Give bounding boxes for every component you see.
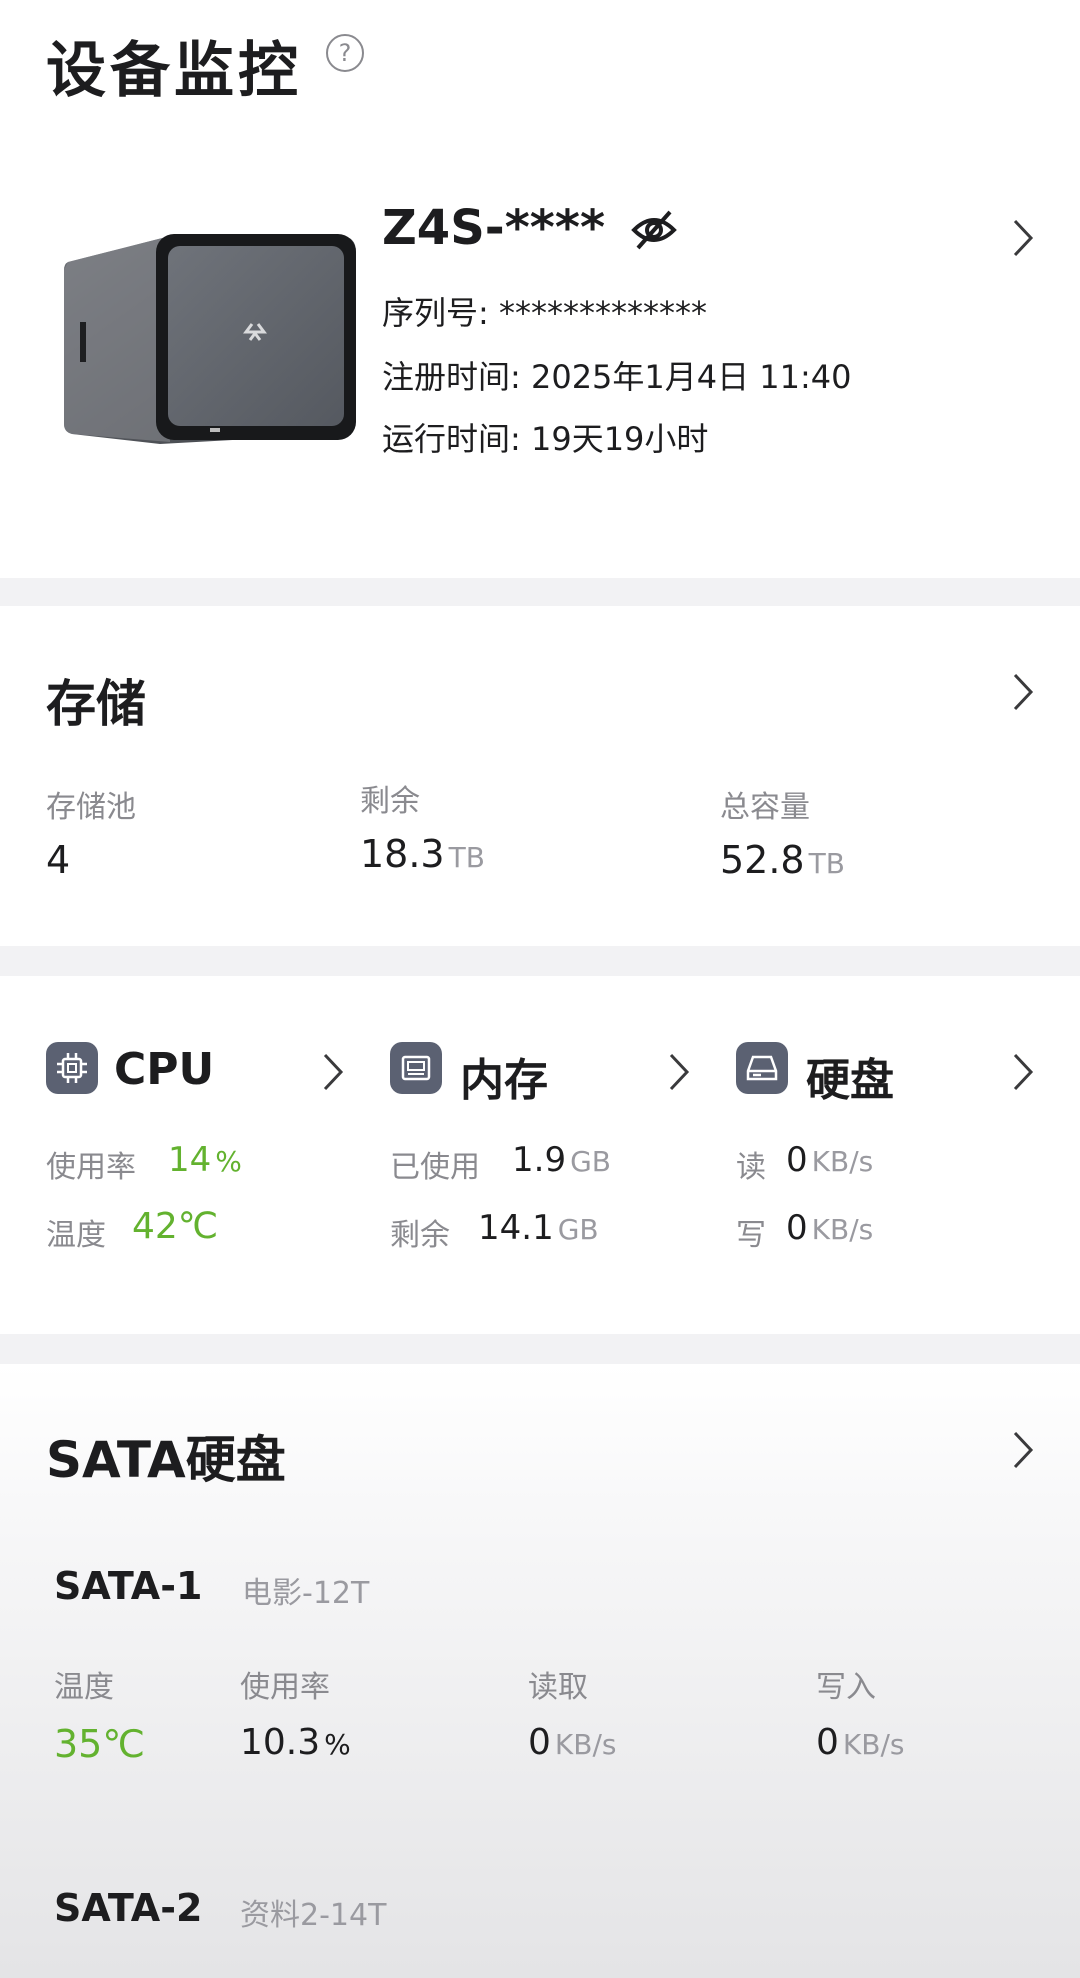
pool-label: 存储池 xyxy=(46,790,136,825)
sata-write-row: 0 KB/s xyxy=(816,1722,905,1763)
device-image xyxy=(60,228,360,450)
free-unit: TB xyxy=(448,841,485,874)
cpu-temp-label: 温度 xyxy=(46,1218,106,1253)
sata-write-value: 0 xyxy=(816,1722,839,1763)
sata-temp-label: 温度 xyxy=(54,1670,114,1705)
uptime-row: 运行时间: 19天19小时 xyxy=(382,414,708,460)
sata-disk-alias: 电影-12T xyxy=(242,1576,370,1611)
disk-write-row: 0 KB/s xyxy=(786,1208,873,1248)
total-label: 总容量 xyxy=(720,790,810,825)
memory-used-unit: GB xyxy=(570,1145,611,1178)
resources-card: CPU 使用率 14% 温度 42℃ 内存 已使用 1.9 GB 剩余 14.1… xyxy=(0,976,1080,1334)
cpu-title: CPU xyxy=(114,1044,215,1095)
cpu-module[interactable]: CPU 使用率 14% 温度 42℃ xyxy=(0,976,350,1334)
device-card: 设备监控 ? Z4S-**** 序列号: ************* 注册时间:… xyxy=(0,0,1080,578)
visibility-off-icon[interactable] xyxy=(630,206,678,254)
serial-value: ************* xyxy=(498,294,707,332)
disk-write-unit: KB/s xyxy=(811,1213,874,1246)
serial-label: 序列号: xyxy=(382,294,489,332)
memory-used-value: 1.9 xyxy=(512,1140,567,1180)
disk-read-label: 读 xyxy=(736,1150,766,1185)
sata-usage-label: 使用率 xyxy=(240,1670,330,1705)
total-value-row: 52.8 TB xyxy=(720,838,845,882)
chevron-right-icon[interactable] xyxy=(1012,218,1034,258)
disk-write-value: 0 xyxy=(786,1208,808,1248)
memory-free-label: 剩余 xyxy=(390,1218,450,1253)
chevron-right-icon[interactable] xyxy=(1012,1052,1034,1092)
cpu-usage-unit: % xyxy=(215,1145,242,1178)
sata-write-label: 写入 xyxy=(816,1670,876,1705)
sata-card: SATA硬盘 SATA-1 电影-12T 温度 35℃ 使用率 10.3% 读取… xyxy=(0,1364,1080,1978)
sata-disk-alias: 资料2-14T xyxy=(240,1898,387,1933)
disk-icon xyxy=(736,1042,788,1094)
sata-title: SATA硬盘 xyxy=(46,1431,286,1489)
cpu-temp-value: 42℃ xyxy=(132,1206,219,1247)
memory-title: 内存 xyxy=(460,1055,548,1106)
memory-free-row: 14.1 GB xyxy=(478,1208,599,1248)
sata-usage-unit: % xyxy=(324,1728,351,1761)
register-label: 注册时间: xyxy=(382,358,521,396)
total-value: 52.8 xyxy=(720,838,805,882)
sata-disk-item[interactable]: SATA-1 电影-12T 温度 35℃ 使用率 10.3% 读取 0 KB/s … xyxy=(0,1564,1080,1784)
sata-usage-row: 10.3% xyxy=(240,1722,351,1763)
cpu-icon xyxy=(46,1042,98,1094)
memory-icon xyxy=(390,1042,442,1094)
sata-write-unit: KB/s xyxy=(842,1728,905,1761)
memory-module[interactable]: 内存 已使用 1.9 GB 剩余 14.1 GB xyxy=(350,976,700,1334)
memory-used-label: 已使用 xyxy=(390,1150,480,1185)
uptime-label: 运行时间: xyxy=(382,420,521,458)
sata-read-row: 0 KB/s xyxy=(528,1722,617,1763)
help-icon[interactable]: ? xyxy=(326,34,364,72)
serial-row: 序列号: ************* xyxy=(382,288,707,334)
cpu-usage-row: 14% xyxy=(168,1140,242,1180)
disk-read-row: 0 KB/s xyxy=(786,1140,873,1180)
chevron-right-icon[interactable] xyxy=(668,1052,690,1092)
disk-title: 硬盘 xyxy=(806,1055,894,1106)
total-unit: TB xyxy=(808,847,845,880)
sata-disk-name: SATA-2 xyxy=(54,1886,203,1930)
memory-used-row: 1.9 GB xyxy=(512,1140,611,1180)
sata-read-unit: KB/s xyxy=(554,1728,617,1761)
sata-usage-value: 10.3 xyxy=(240,1722,321,1763)
chevron-right-icon[interactable] xyxy=(322,1052,344,1092)
free-label: 剩余 xyxy=(360,784,420,819)
sata-read-label: 读取 xyxy=(528,1670,588,1705)
page-title: 设备监控 xyxy=(46,36,302,106)
sata-temp-value: 35℃ xyxy=(54,1722,146,1766)
memory-free-value: 14.1 xyxy=(478,1208,554,1248)
register-row: 注册时间: 2025年1月4日 11:40 xyxy=(382,352,852,398)
free-value-row: 18.3 TB xyxy=(360,832,485,876)
disk-read-unit: KB/s xyxy=(811,1145,874,1178)
disk-read-value: 0 xyxy=(786,1140,808,1180)
storage-card[interactable]: 存储 存储池 4 剩余 18.3 TB 总容量 52.8 TB xyxy=(0,606,1080,946)
uptime-value: 19天19小时 xyxy=(530,420,709,458)
disk-write-label: 写 xyxy=(736,1218,766,1253)
device-name: Z4S-**** xyxy=(382,200,606,256)
sata-disk-item[interactable]: SATA-2 资料2-14T xyxy=(0,1886,1080,1956)
cpu-usage-label: 使用率 xyxy=(46,1150,136,1185)
storage-title: 存储 xyxy=(46,675,146,733)
chevron-right-icon[interactable] xyxy=(1012,672,1034,712)
memory-free-unit: GB xyxy=(557,1213,599,1246)
register-value: 2025年1月4日 11:40 xyxy=(530,358,852,396)
pool-value: 4 xyxy=(46,838,71,882)
free-value: 18.3 xyxy=(360,832,445,876)
disk-module[interactable]: 硬盘 读 0 KB/s 写 0 KB/s xyxy=(700,976,1080,1334)
chevron-right-icon[interactable] xyxy=(1012,1430,1034,1470)
sata-read-value: 0 xyxy=(528,1722,551,1763)
cpu-usage-value: 14 xyxy=(168,1140,212,1180)
sata-disk-name: SATA-1 xyxy=(54,1564,203,1608)
